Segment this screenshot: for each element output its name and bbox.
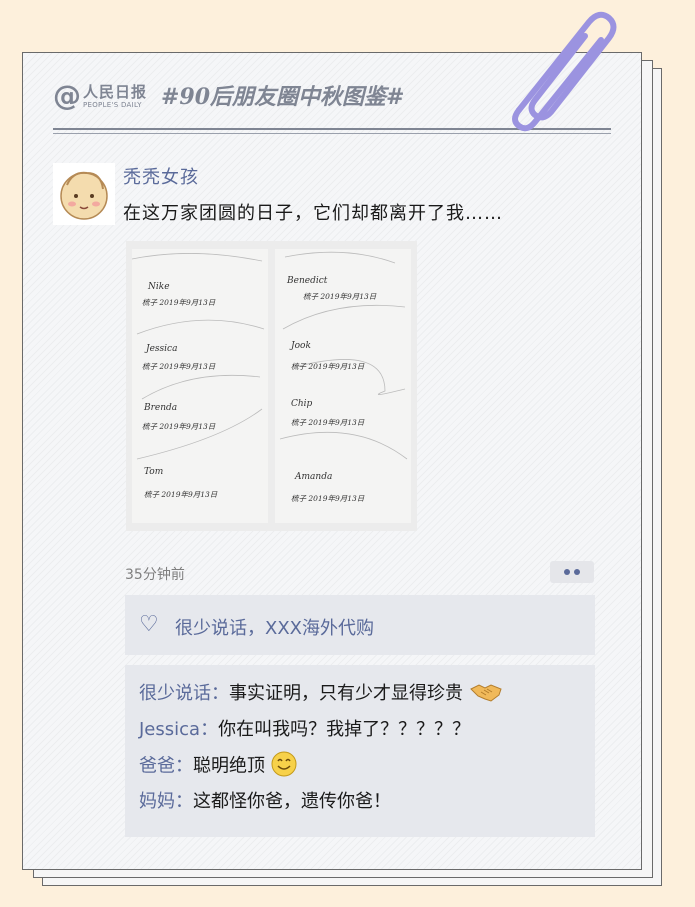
comment-author[interactable]: 很少说话 xyxy=(139,683,211,704)
comment-row[interactable]: 很少说话：事实证明，只有少才显得珍贵 xyxy=(139,679,503,709)
hw-line-1: 梳子 2019年9月13日 xyxy=(142,298,216,307)
heart-icon: ♡ xyxy=(139,612,159,637)
likes-panel: ♡ 很少说话，XXX海外代购 xyxy=(125,595,595,655)
comment-row[interactable]: 妈妈：这都怪你爸，遗传你爸！ xyxy=(139,787,391,813)
comment-text: 聪明绝顶 xyxy=(193,755,265,777)
post-timestamp: 35分钟前 xyxy=(125,567,185,583)
likes-names[interactable]: 很少说话，XXX海外代购 xyxy=(175,614,374,640)
more-options-button[interactable] xyxy=(550,561,594,583)
comment-text: 你在叫我吗？我掉了？？？？？ xyxy=(218,719,471,740)
comment-text: 事实证明，只有少才显得珍贵 xyxy=(229,683,463,704)
logo-chinese: 人民日报 xyxy=(83,83,148,101)
peoples-daily-logo: @ 人民日报 PEOPLE'S DAILY xyxy=(53,81,157,115)
post-text: 在这万家团圆的日子，它们却都离开了我…… xyxy=(123,203,503,224)
hw-name-8: Amanda xyxy=(295,472,333,482)
post-username[interactable]: 秃秃女孩 xyxy=(123,163,199,189)
hw-name-2: Jessica xyxy=(146,344,178,354)
comment-row[interactable]: Jessica：你在叫我吗？我掉了？？？？？ xyxy=(139,715,470,741)
hashtag-title: #90后朋友圈中秋图鉴# xyxy=(161,84,405,110)
moments-card: @ 人民日报 PEOPLE'S DAILY #90后朋友圈中秋图鉴# 秃秃女孩 … xyxy=(22,52,642,870)
hw-name-6: Jook xyxy=(291,341,311,351)
hw-line-7: 梳子 2019年9月13日 xyxy=(291,418,365,427)
comment-text: 这都怪你爸，遗传你爸！ xyxy=(193,791,391,812)
hw-name-4: Tom xyxy=(144,467,164,477)
hw-line-8: 梳子 2019年9月13日 xyxy=(291,494,365,503)
hw-line-3: 梳子 2019年9月13日 xyxy=(142,422,216,431)
paperclip-icon xyxy=(512,11,617,132)
hw-line-4: 梳子 2019年9月13日 xyxy=(144,490,218,499)
avatar[interactable] xyxy=(53,163,115,225)
comments-panel: 很少说话：事实证明，只有少才显得珍贵 Jessica：你在叫我吗？我掉了？？？？… xyxy=(125,665,595,837)
hw-name-1: Nike xyxy=(148,282,170,292)
hw-name-5: Benedict xyxy=(287,276,328,286)
handshake-icon xyxy=(469,680,503,709)
hw-line-6: 梳子 2019年9月13日 xyxy=(291,362,365,371)
comment-author[interactable]: Jessica xyxy=(139,719,200,740)
header-divider-thin xyxy=(53,133,611,134)
logo-english: PEOPLE'S DAILY xyxy=(83,101,142,109)
dot-icon xyxy=(574,569,580,575)
comment-author[interactable]: 爸爸 xyxy=(139,756,175,777)
post-photo[interactable]: Nike 梳子 2019年9月13日 Jessica 梳子 2019年9月13日… xyxy=(126,241,417,531)
comment-row[interactable]: 爸爸：聪明绝顶 xyxy=(139,751,297,782)
at-icon: @ xyxy=(53,79,81,112)
hw-line-5: 梳子 2019年9月13日 xyxy=(303,292,377,301)
hw-line-2: 梳子 2019年9月13日 xyxy=(142,362,216,371)
hw-name-3: Brenda xyxy=(144,403,178,413)
comment-author[interactable]: 妈妈 xyxy=(139,791,175,812)
smile-icon xyxy=(271,751,297,782)
notebook-page-right: Benedict 梳子 2019年9月13日 Jook 梳子 2019年9月13… xyxy=(275,249,411,523)
notebook-page-left: Nike 梳子 2019年9月13日 Jessica 梳子 2019年9月13日… xyxy=(132,249,268,523)
dot-icon xyxy=(564,569,570,575)
hw-name-7: Chip xyxy=(291,399,313,409)
